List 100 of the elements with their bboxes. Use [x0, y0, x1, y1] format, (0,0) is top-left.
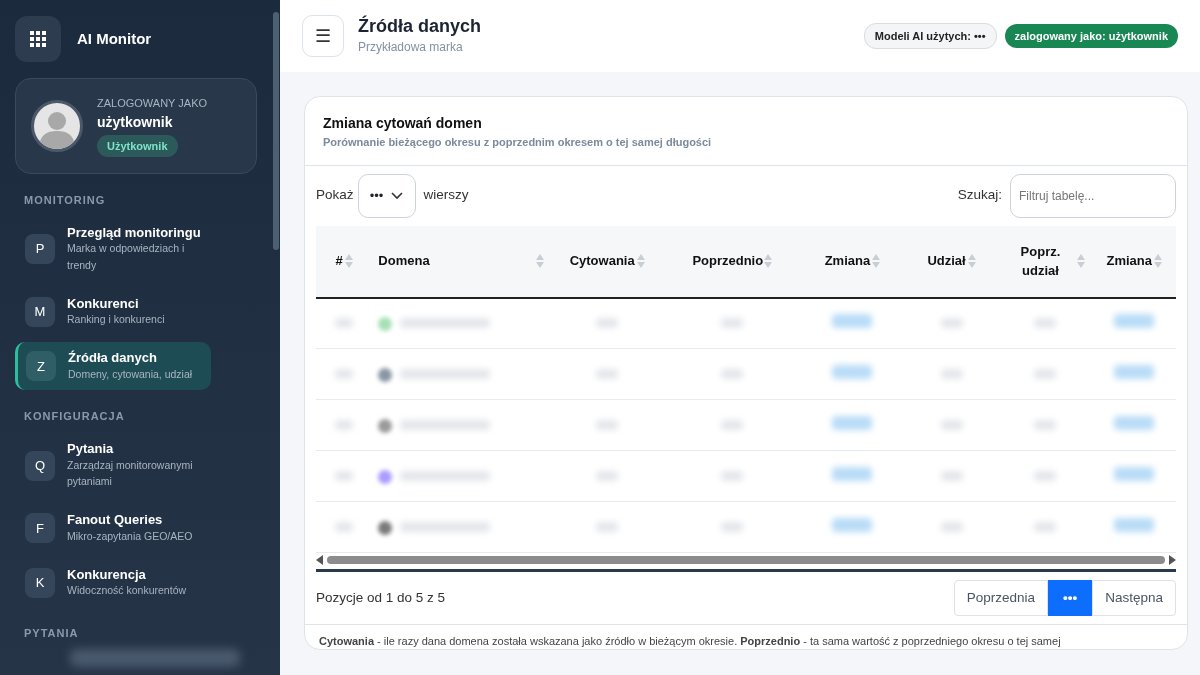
blurred-text [940, 471, 963, 481]
page-button[interactable]: ••• [1048, 580, 1093, 616]
menu-button[interactable]: ☰ [302, 15, 344, 57]
section-heading: PYTANIA [24, 625, 80, 641]
nav-hint: Marka w odpowiedziach i trendy [67, 241, 186, 273]
user-badge: zalogowany jako: użytkownik [1004, 23, 1178, 49]
blurred-text [940, 420, 963, 430]
sort-icon [967, 253, 976, 269]
nav-label: Źródła danych [68, 350, 158, 366]
blurred-text [335, 369, 354, 379]
nav-letter-icon: P [25, 234, 55, 265]
blurred-change-badge [832, 314, 873, 329]
app-title: AI Monitor [77, 28, 152, 49]
nav-hint: Zarządzaj monitorowanymi pytaniami [67, 457, 194, 490]
sort-icon [1153, 253, 1162, 269]
horizontal-scrollbar[interactable] [316, 553, 1176, 567]
blurred-change-badge [1114, 314, 1155, 329]
rows-select[interactable]: ••• [357, 173, 416, 218]
nav-label: Pytania [67, 440, 115, 457]
blurred-text [335, 420, 354, 430]
blurred-text [596, 522, 619, 532]
blurred-change-badge [1114, 518, 1155, 532]
nav-item[interactable]: K Konkurencja Widoczność konkurentów [15, 558, 211, 607]
search-field[interactable]: Filtruj tabelę... [1010, 173, 1176, 218]
column-header[interactable]: Domena [372, 225, 550, 298]
column-header[interactable]: Zmiana [800, 225, 905, 298]
blurred-text [596, 471, 619, 481]
nav-letter-icon: F [25, 513, 55, 544]
sort-icon [636, 253, 645, 269]
blurred-text [940, 522, 963, 532]
column-header[interactable]: Udział [904, 225, 999, 298]
page-button[interactable]: Poprzednia [953, 580, 1048, 616]
table-info: Pozycje od 1 do 5 z 5 [316, 588, 446, 607]
column-header[interactable]: Poprz. udział [998, 225, 1093, 298]
sidebar-scrollbar[interactable] [273, 12, 279, 250]
nav-letter-icon: Q [25, 450, 55, 481]
page-subtitle: Przykładowa marka [358, 38, 464, 56]
nav-item[interactable]: M Konkurenci Ranking i konkurenci [15, 287, 211, 337]
blurred-text [1034, 471, 1057, 481]
sort-icon [872, 253, 881, 269]
column-header[interactable]: # [316, 225, 373, 298]
chevron-down-icon [391, 191, 404, 200]
blurred-text [1034, 369, 1057, 379]
nav-letter-icon: M [25, 296, 55, 327]
column-header[interactable]: Cytowania [549, 225, 665, 298]
nav-label: Konkurenci [67, 295, 140, 312]
blurred-text [721, 522, 744, 532]
section-heading: MONITORING [24, 193, 107, 208]
blurred-change-badge [832, 467, 873, 481]
nav-item[interactable]: P Przegląd monitoringu Marka w odpowiedziach i trendy [15, 216, 211, 282]
avatar-icon [31, 100, 83, 152]
blurred-text [596, 369, 619, 379]
blurred-text [596, 420, 619, 430]
blurred-text [596, 318, 619, 329]
blurred-text [721, 471, 744, 481]
sort-icon [764, 253, 773, 269]
nav-item[interactable]: Q Pytania Zarządzaj monitorowanymi pytaniami [15, 432, 211, 499]
column-header[interactable]: Zmiana [1092, 225, 1176, 298]
section-heading: KONFIGURACJA [24, 409, 126, 425]
blurred-text [721, 318, 744, 329]
search-label: Szukaj: [957, 186, 1002, 205]
nav-label: Przegląd monitoringu [67, 224, 201, 241]
blurred-text [721, 369, 744, 379]
nav-label: Fanout Queries [67, 512, 164, 528]
blurred-change-badge [832, 518, 873, 532]
nav-hint: Ranking i konkurenci [67, 312, 165, 328]
role-badge: Użytkownik [97, 134, 178, 157]
blurred-text [940, 369, 963, 379]
nav-item[interactable]: F Fanout Queries Mikro-zapytania GEO/AEO [15, 504, 211, 553]
sort-icon [1077, 253, 1086, 269]
footnote-text: Cytowania - ile razy dana domena została wskazana jako źródło w bieżącym okresie. Poprzednio - ta sama wartość z poprzedniego okresu o tej samej [305, 624, 1187, 649]
models-badge: Modeli AI użytych: ••• [863, 22, 997, 50]
blurred-text [940, 318, 963, 329]
rows-label: wierszy [423, 186, 469, 205]
blurred-text [335, 318, 354, 329]
blurred-change-badge [1114, 467, 1155, 481]
nav-hint: Widoczność konkurentów [67, 583, 187, 599]
card-title: Zmiana cytowań domen [323, 114, 483, 133]
nav-item[interactable]: Z Źródła danych Domeny, cytowania, udział [15, 342, 211, 391]
blurred-text [335, 522, 354, 532]
grid-icon[interactable] [15, 16, 61, 62]
blurred-change-badge [1114, 416, 1155, 430]
user-name: użytkownik [97, 112, 174, 132]
page-button[interactable]: Następna [1092, 580, 1176, 616]
card-subtitle: Porównanie bieżącego okresu z poprzednim okresem o tej samej długości [323, 135, 713, 150]
nav-letter-icon: K [25, 567, 55, 598]
user-caption: ZALOGOWANY JAKO [97, 96, 208, 111]
sort-icon [344, 253, 353, 269]
column-header[interactable]: Poprzednio [664, 225, 801, 298]
blurred-text [1034, 318, 1057, 329]
nav-hint: Mikro-zapytania GEO/AEO [67, 528, 193, 544]
blurred-text [1034, 420, 1057, 430]
page-title: Źródła danych [358, 16, 483, 38]
nav-label: Konkurencja [67, 566, 147, 583]
blurred-text [335, 471, 354, 481]
sort-icon [535, 253, 544, 269]
blurred-change-badge [832, 416, 873, 430]
nav-letter-icon: Z [26, 351, 56, 382]
nav-hint: Domeny, cytowania, udział [68, 366, 193, 382]
blurred-change-badge [1114, 365, 1155, 379]
